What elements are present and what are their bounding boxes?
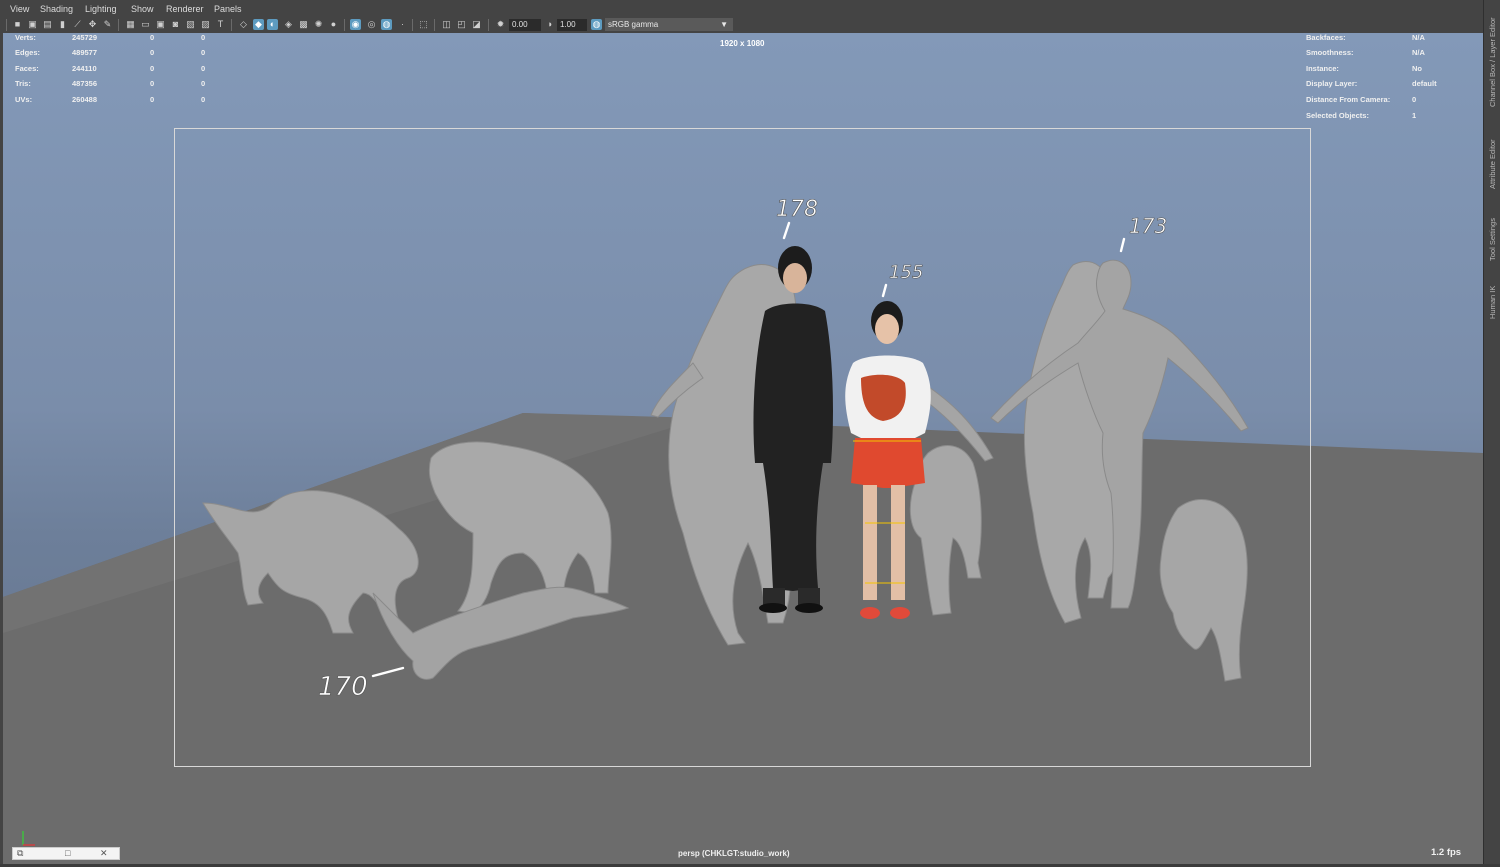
xray-icon[interactable]: ◫ bbox=[441, 19, 452, 30]
hud-label: Verts: bbox=[15, 33, 36, 42]
resolution-label: 1920 x 1080 bbox=[720, 39, 765, 48]
menu-shading[interactable]: Shading bbox=[40, 4, 73, 14]
window-icon: ⧉ bbox=[17, 848, 24, 858]
field-chart-icon[interactable]: ▧ bbox=[185, 19, 196, 30]
hud-label: Instance: bbox=[1306, 64, 1339, 73]
hud-value: 0 bbox=[150, 95, 155, 104]
anti-aliasing-icon[interactable]: ◍ bbox=[381, 19, 392, 30]
hud-label: Tris: bbox=[15, 79, 31, 88]
wireframe-on-shaded-icon[interactable]: ◈ bbox=[283, 19, 294, 30]
hud-value: 0 bbox=[201, 64, 206, 73]
side-panel-tabs: Channel Box / Layer Editor Attribute Edi… bbox=[1483, 0, 1500, 867]
tab-tool-settings[interactable]: Tool Settings bbox=[1485, 210, 1500, 270]
menu-bar: View Shading Lighting Show Renderer Pane… bbox=[0, 0, 1500, 17]
toolbar-separator bbox=[6, 19, 7, 31]
motion-blur-icon[interactable]: ◎ bbox=[366, 19, 377, 30]
hud-value: 0 bbox=[201, 33, 206, 42]
film-gate-icon[interactable]: ▭ bbox=[140, 19, 151, 30]
hud-label: UVs: bbox=[15, 95, 33, 104]
toolbar-separator bbox=[412, 19, 413, 31]
tab-human-ik[interactable]: Human IK bbox=[1485, 280, 1500, 325]
toolbar-separator bbox=[344, 19, 345, 31]
minimized-window[interactable]: ⧉ □ ✕ bbox=[12, 847, 120, 860]
close-icon[interactable]: ✕ bbox=[100, 848, 108, 859]
hud-label: Faces: bbox=[15, 64, 39, 73]
toolbar-separator bbox=[231, 19, 232, 31]
hud-value: 245729 bbox=[72, 33, 98, 42]
textured-icon[interactable]: ▩ bbox=[298, 19, 309, 30]
grid-icon[interactable]: ▦ bbox=[125, 19, 136, 30]
hud-label: Display Layer: bbox=[1306, 79, 1358, 88]
camera-bookmark-icon[interactable]: ▤ bbox=[42, 19, 53, 30]
backface-culling-icon[interactable]: ◪ bbox=[471, 19, 482, 30]
hud-value: No bbox=[1412, 64, 1422, 73]
hud-value: 0 bbox=[201, 79, 206, 88]
hud-value: 244110 bbox=[72, 64, 97, 73]
resolution-gate-icon[interactable]: ▣ bbox=[155, 19, 166, 30]
gamma-icon[interactable]: ◑ bbox=[544, 19, 555, 30]
maximize-icon[interactable]: □ bbox=[65, 848, 70, 859]
xray-joints-icon[interactable]: ◰ bbox=[456, 19, 467, 30]
hud-value: 0 bbox=[150, 48, 155, 57]
hud-label: Edges: bbox=[15, 48, 41, 57]
hud-value: default bbox=[1412, 79, 1437, 88]
lights-icon[interactable]: ✺ bbox=[313, 19, 324, 30]
screen-space-ao-icon[interactable]: ◉ bbox=[350, 19, 361, 30]
3d-viewport[interactable]: 178 155 173 170 Verts: 245729 0 0 Edges:… bbox=[3, 33, 1483, 867]
exposure-icon[interactable]: ✹ bbox=[495, 19, 506, 30]
hud-label: Smoothness: bbox=[1306, 48, 1354, 57]
2d-pan-zoom-icon[interactable]: ✥ bbox=[87, 19, 98, 30]
bookmark-icon[interactable]: ▮ bbox=[57, 19, 68, 30]
gamma-field[interactable]: 1.00 bbox=[557, 19, 587, 31]
hud-label: Backfaces: bbox=[1306, 33, 1346, 42]
camera-attributes-icon[interactable]: ▣ bbox=[27, 19, 38, 30]
menu-panels[interactable]: Panels bbox=[214, 4, 242, 14]
hud-value: 0 bbox=[1412, 95, 1417, 104]
menu-lighting[interactable]: Lighting bbox=[85, 4, 117, 14]
axis-gizmo-icon bbox=[22, 831, 35, 846]
toolbar-separator bbox=[488, 19, 489, 31]
view-transform-dropdown[interactable]: sRGB gamma ▼ bbox=[605, 18, 733, 31]
hud-value: 1 bbox=[1412, 111, 1417, 120]
grease-pencil-icon[interactable]: ✎ bbox=[102, 19, 113, 30]
image-plane-icon[interactable]: ⟋ bbox=[72, 19, 83, 30]
menu-show[interactable]: Show bbox=[131, 4, 154, 14]
toolbar-separator bbox=[118, 19, 119, 31]
hud-value: 0 bbox=[201, 95, 206, 104]
exposure-field[interactable]: 0.00 bbox=[509, 19, 541, 31]
resolution-gate bbox=[174, 128, 1311, 767]
smooth-shade-icon[interactable]: ◆ bbox=[253, 19, 264, 30]
color-management-icon[interactable]: ◍ bbox=[591, 19, 602, 30]
fps-counter: 1.2 fps bbox=[1431, 847, 1462, 858]
menu-view[interactable]: View bbox=[10, 4, 29, 14]
shadows-icon[interactable]: ● bbox=[328, 19, 339, 30]
depth-of-field-icon[interactable]: · bbox=[397, 19, 408, 30]
hud-value: 0 bbox=[150, 64, 155, 73]
hud-value: 0 bbox=[150, 33, 155, 42]
hud-value: N/A bbox=[1412, 33, 1425, 42]
camera-icon[interactable]: ■ bbox=[12, 19, 23, 30]
default-material-icon[interactable]: ◐ bbox=[267, 19, 278, 30]
toolbar-separator bbox=[434, 19, 435, 31]
hud-label: Selected Objects: bbox=[1306, 111, 1369, 120]
tab-channel-box[interactable]: Channel Box / Layer Editor bbox=[1485, 6, 1500, 118]
tab-attribute-editor[interactable]: Attribute Editor bbox=[1485, 128, 1500, 200]
menu-renderer[interactable]: Renderer bbox=[166, 4, 204, 14]
gate-mask-icon[interactable]: ◙ bbox=[170, 19, 181, 30]
hud-value: 0 bbox=[201, 48, 206, 57]
safe-action-icon[interactable]: ▨ bbox=[200, 19, 211, 30]
hud-value: 260488 bbox=[72, 95, 98, 104]
wireframe-icon[interactable]: ◇ bbox=[238, 19, 249, 30]
view-transform-value: sRGB gamma bbox=[608, 20, 659, 29]
safe-title-icon[interactable]: T bbox=[215, 19, 226, 30]
hud-label: Distance From Camera: bbox=[1306, 95, 1391, 104]
chevron-down-icon: ▼ bbox=[720, 20, 728, 29]
hud-value: N/A bbox=[1412, 48, 1425, 57]
hud-value: 489577 bbox=[72, 48, 98, 57]
panel-toolbar: ■ ▣ ▤ ▮ ⟋ ✥ ✎ ▦ ▭ ▣ ◙ ▧ ▨ T ◇ ◆ ◐ ◈ ▩ ✺ … bbox=[0, 17, 1500, 33]
camera-name-label: persp (CHKLGT:studio_work) bbox=[678, 849, 790, 858]
hud-value: 0 bbox=[150, 79, 155, 88]
isolate-select-icon[interactable]: ⬚ bbox=[418, 19, 429, 30]
hud-value: 487356 bbox=[72, 79, 98, 88]
